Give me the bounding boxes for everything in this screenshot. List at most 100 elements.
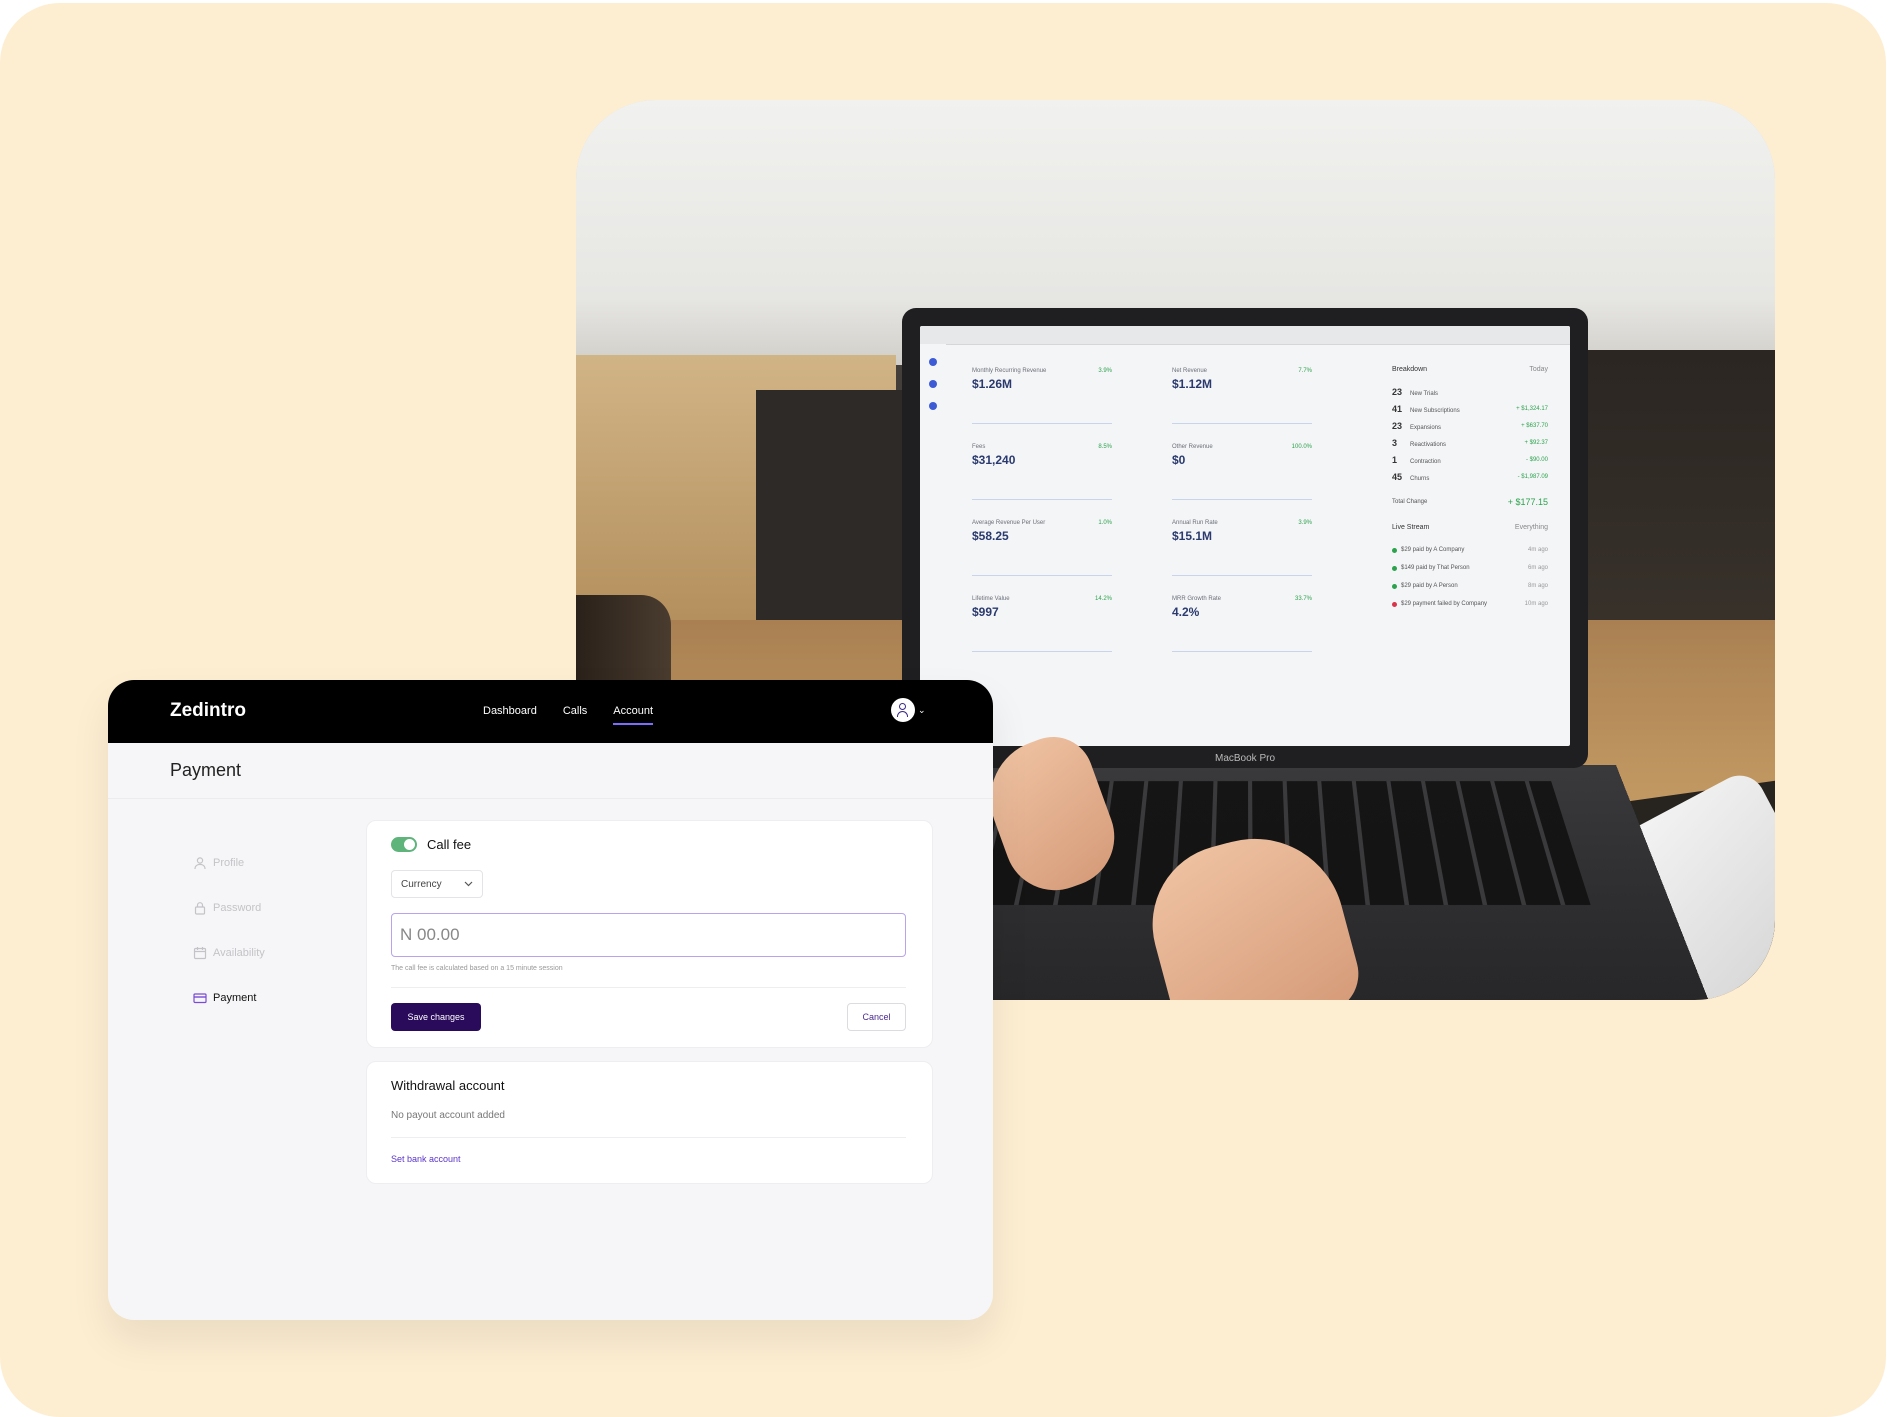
laptop-screen: Monthly Recurring Revenue $1.26M 3.9% Ne… bbox=[902, 308, 1588, 768]
bk-label: Expansions bbox=[1410, 424, 1442, 431]
bk-count: 23 bbox=[1392, 386, 1403, 397]
metric-value: $58.25 bbox=[972, 529, 1009, 543]
live-text: $29 paid by A Company bbox=[1401, 547, 1465, 553]
metric-change: 33.7% bbox=[1294, 596, 1312, 602]
breakdown-row: 45 Churns - $1,987.09 bbox=[1392, 468, 1548, 485]
metric-change: 1.0% bbox=[1098, 520, 1112, 526]
live-time: 6m ago bbox=[1527, 565, 1548, 571]
metric-card: Lifetime Value $997 14.2% bbox=[972, 596, 1112, 658]
save-changes-button[interactable]: Save changes bbox=[391, 1003, 481, 1031]
metric-value: $0 bbox=[1172, 453, 1186, 467]
breakdown-row: 23 Expansions + $637.70 bbox=[1392, 417, 1548, 434]
brand-logo[interactable]: Zedintro bbox=[170, 700, 246, 722]
nav-account[interactable]: Account bbox=[613, 680, 653, 743]
metric-value: $1.26M bbox=[972, 377, 1013, 391]
metric-value: $997 bbox=[972, 605, 999, 619]
currency-select[interactable]: Currency bbox=[391, 870, 483, 898]
top-nav: Zedintro Dashboard Calls Account ⌄ bbox=[108, 680, 993, 743]
nav-calls[interactable]: Calls bbox=[563, 680, 587, 743]
metric-sparkline bbox=[972, 633, 1112, 652]
metric-sparkline bbox=[972, 481, 1112, 500]
metric-sparkline bbox=[1172, 405, 1312, 424]
bk-count: 45 bbox=[1392, 471, 1403, 482]
breakdown-row: 1 Contraction - $90.00 bbox=[1392, 451, 1548, 468]
breakdown-row: 41 New Subscriptions + $1,324.17 bbox=[1392, 400, 1548, 417]
call-fee-row: Call fee bbox=[391, 837, 471, 852]
breakdown-row: 3 Reactivations + $92.37 bbox=[1392, 434, 1548, 451]
live-stream-item: $29 payment failed by Company 10m ago bbox=[1392, 595, 1548, 613]
chevron-down-icon: ⌄ bbox=[918, 704, 926, 715]
settings-sidebar: Profile Password Availability Payment bbox=[193, 840, 265, 1020]
metric-change: 14.2% bbox=[1094, 596, 1112, 602]
withdrawal-card: Withdrawal account No payout account add… bbox=[366, 1061, 933, 1184]
metric-label: Annual Run Rate bbox=[1172, 520, 1218, 526]
metric-sparkline bbox=[1172, 633, 1312, 652]
metric-change: 3.9% bbox=[1298, 520, 1312, 526]
status-dot bbox=[1392, 583, 1397, 589]
call-fee-amount-input[interactable] bbox=[391, 913, 906, 957]
mini-browser-bar bbox=[920, 326, 1570, 345]
metric-sparkline bbox=[972, 557, 1112, 576]
metric-change: 100.0% bbox=[1291, 444, 1312, 450]
bk-label: New Subscriptions bbox=[1410, 407, 1460, 414]
bk-label: Contraction bbox=[1410, 458, 1441, 465]
bk-total-value: + $177.15 bbox=[1507, 496, 1548, 507]
metric-change: 3.9% bbox=[1098, 368, 1112, 374]
live-stream-header: Live Stream Everything bbox=[1392, 524, 1548, 531]
user-menu[interactable]: ⌄ bbox=[891, 698, 926, 722]
live-stream-title: Live Stream bbox=[1392, 524, 1430, 531]
sidebar-item-availability[interactable]: Availability bbox=[193, 930, 265, 975]
breakdown-title: Breakdown bbox=[1392, 366, 1428, 373]
lock-icon bbox=[194, 901, 206, 915]
laptop-display: Monthly Recurring Revenue $1.26M 3.9% Ne… bbox=[920, 326, 1570, 746]
status-dot bbox=[1392, 565, 1397, 571]
live-stream-item: $29 paid by A Company 4m ago bbox=[1392, 541, 1548, 559]
metric-change: 8.5% bbox=[1098, 444, 1112, 450]
bk-total-label: Total Change bbox=[1392, 498, 1428, 505]
divider bbox=[391, 987, 906, 988]
divider bbox=[391, 1137, 906, 1138]
user-avatar-icon bbox=[891, 698, 915, 722]
credit-card-icon bbox=[193, 992, 207, 1003]
metric-value: $31,240 bbox=[972, 453, 1016, 467]
live-time: 10m ago bbox=[1524, 601, 1548, 607]
nav-dashboard[interactable]: Dashboard bbox=[483, 680, 537, 743]
metric-label: Monthly Recurring Revenue bbox=[972, 368, 1047, 374]
metric-value: $1.12M bbox=[1172, 377, 1213, 391]
metric-change: 7.7% bbox=[1298, 368, 1312, 374]
currency-label: Currency bbox=[401, 878, 442, 890]
withdrawal-title: Withdrawal account bbox=[391, 1078, 505, 1093]
sidebar-item-password[interactable]: Password bbox=[193, 885, 265, 930]
cancel-button[interactable]: Cancel bbox=[847, 1003, 906, 1031]
live-text: $149 paid by That Person bbox=[1401, 565, 1470, 571]
sidebar-item-profile[interactable]: Profile bbox=[193, 840, 265, 885]
call-fee-label: Call fee bbox=[427, 837, 472, 852]
bk-amount: + $1,324.17 bbox=[1516, 405, 1548, 412]
page-header: Payment bbox=[108, 743, 993, 799]
live-stream-item: $29 paid by A Person 8m ago bbox=[1392, 577, 1548, 595]
live-time: 8m ago bbox=[1527, 583, 1548, 589]
status-dot bbox=[1392, 601, 1397, 607]
set-bank-account-link[interactable]: Set bank account bbox=[391, 1154, 461, 1164]
bk-amount: + $637.70 bbox=[1521, 422, 1548, 429]
bk-label: Reactivations bbox=[1410, 441, 1447, 448]
live-text: $29 paid by A Person bbox=[1401, 583, 1458, 589]
bk-count: 41 bbox=[1392, 403, 1403, 414]
chevron-down-icon bbox=[464, 881, 473, 887]
bk-label: New Trials bbox=[1410, 390, 1439, 397]
metric-value: $15.1M bbox=[1172, 529, 1213, 543]
live-stream: Live Stream Everything $29 paid by A Com… bbox=[1392, 524, 1548, 613]
metric-card: Annual Run Rate $15.1M 3.9% bbox=[1172, 520, 1312, 582]
app-window: Zedintro Dashboard Calls Account ⌄ Payme… bbox=[108, 680, 993, 1320]
metric-sparkline bbox=[1172, 557, 1312, 576]
bk-amount: + $92.37 bbox=[1524, 439, 1548, 446]
sidebar-item-label: Payment bbox=[213, 991, 257, 1004]
breakdown-row: 23 New Trials bbox=[1392, 383, 1548, 400]
metric-sparkline bbox=[972, 405, 1112, 424]
bk-label: Churns bbox=[1410, 475, 1430, 482]
metric-card: Monthly Recurring Revenue $1.26M 3.9% bbox=[972, 368, 1112, 430]
sidebar-item-payment[interactable]: Payment bbox=[193, 975, 265, 1020]
bk-amount: - $1,987.09 bbox=[1517, 473, 1548, 480]
call-fee-toggle[interactable] bbox=[391, 837, 417, 852]
breakdown-header: Breakdown Today bbox=[1392, 366, 1548, 373]
